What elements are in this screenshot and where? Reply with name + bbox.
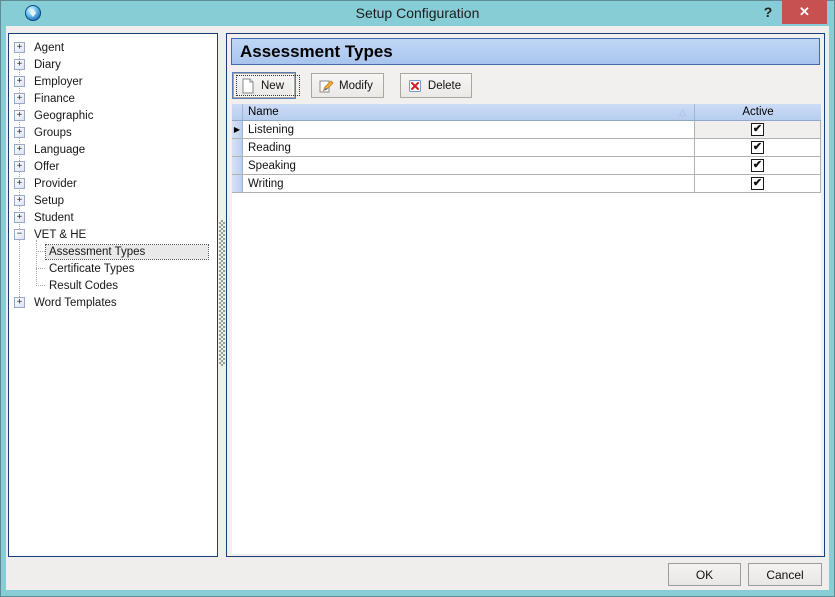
sidebar-item-label: Employer <box>31 75 86 89</box>
sidebar-item-offer[interactable]: + Offer <box>9 158 217 175</box>
modify-pencil-icon <box>318 78 334 94</box>
sidebar-item-geographic[interactable]: + Geographic <box>9 107 217 124</box>
expand-icon[interactable]: + <box>14 161 25 172</box>
assessment-types-table: Name △ Active ▶Listening✔Reading✔Speakin… <box>232 104 821 554</box>
active-cell: ✔ <box>695 175 821 192</box>
new-button-label: New <box>261 80 284 92</box>
dialog-body: + Agent + Diary + Employer + Finance + Geographic… <box>6 26 829 590</box>
sidebar-item-label: VET & HE <box>31 228 89 242</box>
sidebar-item-employer[interactable]: + Employer <box>9 73 217 90</box>
name-cell: Listening <box>243 121 695 138</box>
active-checkbox[interactable]: ✔ <box>751 123 764 136</box>
row-selector[interactable] <box>232 139 243 156</box>
ok-button[interactable]: OK <box>668 563 741 586</box>
sidebar-item-label: Language <box>31 143 88 157</box>
sidebar-item-student[interactable]: + Student <box>9 209 217 226</box>
expand-icon[interactable]: + <box>14 127 25 138</box>
expand-icon[interactable]: + <box>14 59 25 70</box>
titlebar: Setup Configuration ? ✕ <box>0 0 835 26</box>
expand-icon[interactable]: + <box>14 76 25 87</box>
active-cell: ✔ <box>695 157 821 174</box>
active-checkbox[interactable]: ✔ <box>751 141 764 154</box>
sidebar-item-label: Assessment Types <box>46 245 208 259</box>
row-selector[interactable]: ▶ <box>232 121 243 138</box>
window-title: Setup Configuration <box>0 0 835 26</box>
modify-button-label: Modify <box>339 80 373 92</box>
sidebar-item-label: Geographic <box>31 109 96 123</box>
cancel-button[interactable]: Cancel <box>748 563 822 586</box>
column-header-active[interactable]: Active <box>695 104 821 120</box>
expand-icon[interactable]: + <box>14 144 25 155</box>
expand-icon[interactable]: + <box>14 212 25 223</box>
settings-tree-panel: + Agent + Diary + Employer + Finance + Geographic… <box>8 33 218 557</box>
close-button[interactable]: ✕ <box>782 0 827 24</box>
collapse-icon[interactable]: − <box>14 229 25 240</box>
row-selector[interactable] <box>232 175 243 192</box>
expand-icon[interactable]: + <box>14 93 25 104</box>
name-cell: Writing <box>243 175 695 192</box>
help-button[interactable]: ? <box>758 2 778 23</box>
table-row[interactable]: Reading ✔ <box>232 139 821 157</box>
new-button[interactable]: New <box>233 73 295 98</box>
sidebar-item-setup[interactable]: + Setup <box>9 192 217 209</box>
table-row[interactable]: ▶Listening ✔ <box>232 121 821 139</box>
sidebar-item-label: Offer <box>31 160 62 174</box>
delete-button[interactable]: Delete <box>400 73 472 98</box>
setup-configuration-window: Setup Configuration ? ✕ + Agent + Diary + Emp… <box>0 0 835 597</box>
table-header-row: Name △ Active <box>232 104 821 121</box>
sidebar-item-label: Result Codes <box>46 279 121 293</box>
sidebar-item-groups[interactable]: + Groups <box>9 124 217 141</box>
sidebar-item-label: Groups <box>31 126 75 140</box>
sidebar-item-vet-he[interactable]: −VET & HE <box>9 226 217 243</box>
sidebar-item-agent[interactable]: + Agent <box>9 39 217 56</box>
modify-button[interactable]: Modify <box>311 73 384 98</box>
name-cell: Speaking <box>243 157 695 174</box>
close-icon: ✕ <box>799 4 810 19</box>
sidebar-item-word-templates[interactable]: + Word Templates <box>9 294 217 311</box>
row-indicator-icon: ▶ <box>234 125 240 134</box>
sidebar-item-diary[interactable]: + Diary <box>9 56 217 73</box>
sidebar-item-result-codes[interactable]: Result Codes <box>9 277 217 294</box>
main-panel: Assessment Types New Modify <box>226 33 825 557</box>
delete-button-label: Delete <box>428 80 461 92</box>
sidebar-item-label: Diary <box>31 58 64 72</box>
column-header-name[interactable]: Name △ <box>243 104 695 120</box>
sidebar-item-language[interactable]: + Language <box>9 141 217 158</box>
expand-icon[interactable]: + <box>14 178 25 189</box>
sidebar-item-finance[interactable]: + Finance <box>9 90 217 107</box>
expand-icon[interactable]: + <box>14 195 25 206</box>
expand-icon[interactable]: + <box>14 110 25 121</box>
new-doc-icon <box>240 78 256 94</box>
splitter-grip-icon <box>219 220 225 366</box>
table-row[interactable]: Speaking ✔ <box>232 157 821 175</box>
table-rows: ▶Listening ✔ Reading ✔ Speaking ✔ Writing ✔ <box>232 121 821 193</box>
sidebar-item-label: Student <box>31 211 77 225</box>
column-header-name-label: Name <box>248 106 279 118</box>
delete-icon <box>407 78 423 94</box>
expand-icon[interactable]: + <box>14 297 25 308</box>
active-checkbox[interactable]: ✔ <box>751 159 764 172</box>
tree: + Agent + Diary + Employer + Finance + Geographic… <box>9 34 217 311</box>
sidebar-item-provider[interactable]: + Provider <box>9 175 217 192</box>
sort-asc-icon: △ <box>679 107 686 118</box>
row-selector[interactable] <box>232 157 243 174</box>
sidebar-item-certificate-types[interactable]: Certificate Types <box>9 260 217 277</box>
sidebar-item-label: Finance <box>31 92 78 106</box>
panel-splitter[interactable] <box>218 33 226 557</box>
name-cell: Reading <box>243 139 695 156</box>
sidebar-item-assessment-types[interactable]: Assessment Types <box>9 243 217 260</box>
table-row[interactable]: Writing ✔ <box>232 175 821 193</box>
sidebar-item-label: Agent <box>31 41 67 55</box>
sidebar-item-label: Word Templates <box>31 296 120 310</box>
page-title: Assessment Types <box>231 38 820 65</box>
expand-icon[interactable]: + <box>14 42 25 53</box>
active-checkbox[interactable]: ✔ <box>751 177 764 190</box>
toolbar: New Modify Delete <box>233 73 472 98</box>
sidebar-item-label: Setup <box>31 194 67 208</box>
selector-header-cell <box>232 104 243 120</box>
sidebar-item-label: Certificate Types <box>46 262 137 276</box>
active-cell: ✔ <box>695 121 821 138</box>
sidebar-item-label: Provider <box>31 177 80 191</box>
active-cell: ✔ <box>695 139 821 156</box>
